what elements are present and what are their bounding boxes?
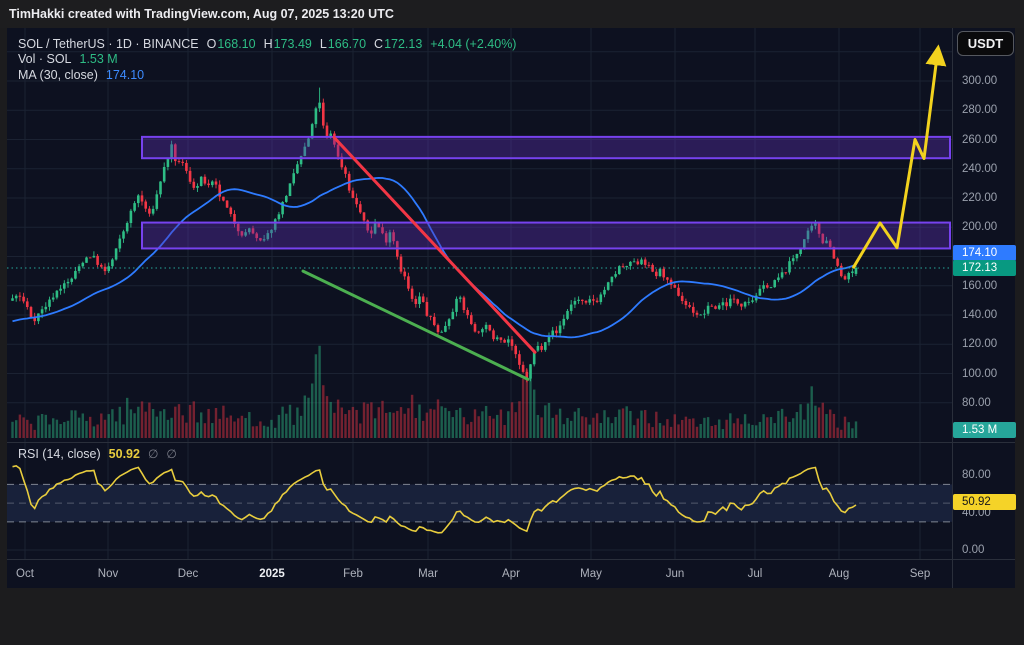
- price-tick: 220.00: [962, 192, 998, 204]
- chart-canvas[interactable]: [0, 0, 1024, 645]
- time-tick-dec: Dec: [177, 568, 199, 580]
- attribution-text: TimHakki created with TradingView.com, A…: [9, 7, 394, 21]
- rsi-tick: 80.00: [962, 469, 991, 481]
- rsi-label[interactable]: RSI (14, close): [18, 447, 101, 461]
- footer-bar: TradingView: [0, 588, 1024, 645]
- supply-zone-upper[interactable]: [141, 135, 951, 160]
- price-tick: 240.00: [962, 162, 998, 175]
- change-value: +4.04 (+2.40%): [430, 36, 517, 51]
- price-tick: 80.00: [962, 396, 991, 409]
- time-tick-aug: Aug: [828, 568, 850, 580]
- time-tick-jun: Jun: [665, 568, 685, 580]
- volume-legend-value: 1.53 M: [79, 52, 118, 67]
- attribution-bar: TimHakki created with TradingView.com, A…: [0, 0, 1024, 28]
- ohlc-open: O168.10: [206, 36, 256, 51]
- time-tick-may: May: [580, 568, 602, 580]
- time-tick-oct: Oct: [16, 568, 34, 580]
- rsi-value: 50.92: [108, 446, 140, 461]
- price-tick: 100.00: [962, 367, 998, 380]
- rsi-value-label: 50.92: [953, 494, 1016, 510]
- price-tick: 140.00: [962, 309, 998, 321]
- price-tick: 120.00: [962, 338, 998, 351]
- time-tick-apr: Apr: [502, 568, 520, 580]
- ma-price-label: 174.10: [953, 245, 1016, 261]
- time-tick-mar: Mar: [418, 568, 438, 580]
- time-tick-jul: Jul: [747, 568, 763, 580]
- ma-legend-value: 174.10: [105, 67, 145, 82]
- price-tick: 280.00: [962, 104, 998, 117]
- price-tick: 300.00: [962, 75, 998, 87]
- supply-zone-lower[interactable]: [141, 221, 951, 250]
- price-axis[interactable]: 300.00 280.00 260.00 240.00 220.00 200.00 160.…: [952, 28, 1018, 560]
- time-tick-feb: Feb: [343, 568, 363, 580]
- rsi-smoothing-disabled-icon[interactable]: ∅: [166, 447, 176, 461]
- ohlc-high: H173.49: [263, 36, 312, 51]
- time-tick-2025: 2025: [259, 568, 285, 580]
- time-axis[interactable]: Oct Nov Dec 2025 Feb Mar Apr May Jun Jul Aug Sep: [7, 560, 952, 588]
- volume-legend-label[interactable]: Vol · SOL: [18, 52, 72, 66]
- price-tick: 260.00: [962, 133, 998, 146]
- ohlc-close: C172.13: [374, 36, 423, 51]
- time-tick-nov: Nov: [97, 568, 119, 580]
- rsi-smoothing-disabled-icon[interactable]: ∅: [148, 447, 158, 461]
- time-tick-sep: Sep: [909, 568, 931, 580]
- price-tick: 200.00: [962, 221, 998, 234]
- ohlc-low: L166.70: [319, 36, 367, 51]
- symbol-title[interactable]: SOL / TetherUS · 1D · BINANCE: [18, 37, 199, 51]
- price-tick: 160.00: [962, 279, 998, 292]
- chart-legend: SOL / TetherUS · 1D · BINANCE O168.10 H1…: [18, 36, 516, 83]
- rsi-legend: RSI (14, close) 50.92 ∅ ∅: [18, 446, 177, 461]
- last-price-label: 172.13: [953, 260, 1016, 276]
- volume-label: 1.53 M: [953, 422, 1016, 438]
- rsi-tick: 0.00: [962, 544, 985, 556]
- ma-legend-label[interactable]: MA (30, close): [18, 68, 98, 82]
